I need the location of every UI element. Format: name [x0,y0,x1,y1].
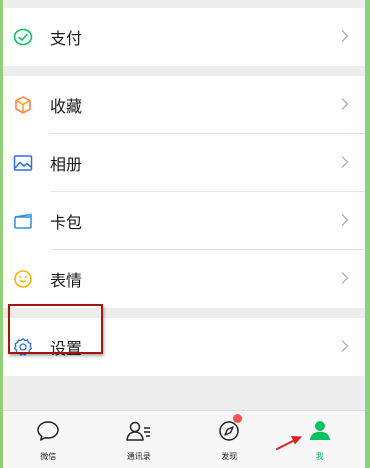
collection-group: 收藏 相册 卡包 表情 [3,76,365,308]
pay-icon [12,26,34,48]
chevron-right-icon [341,270,349,289]
menu-item-settings[interactable]: 设置 [3,318,365,376]
notification-dot [232,414,242,423]
tab-label: 通讯录 [126,452,151,461]
menu-item-favorites[interactable]: 收藏 [3,76,365,134]
menu-item-label: 设置 [50,339,83,358]
chevron-right-icon [341,154,349,173]
tab-contacts[interactable]: 通讯录 [94,411,185,468]
menu-item-label: 支付 [50,29,83,48]
tab-discover[interactable]: 发现 [184,411,275,468]
tab-chats[interactable]: 微信 [3,411,94,468]
tab-label: 发现 [221,452,238,461]
section-gap [3,308,365,318]
chevron-right-icon [341,28,349,47]
menu-item-label: 收藏 [50,97,83,116]
annotation-arrow-icon [275,432,305,456]
menu-item-album[interactable]: 相册 [3,134,365,192]
section-gap [3,66,365,76]
bottom-tab-bar: 微信 通讯录 发现 我 [3,410,365,468]
menu-item-label: 相册 [50,155,83,174]
me-person-icon [307,419,333,447]
discover-compass-icon [216,419,242,447]
chat-bubble-icon [35,419,61,447]
favorites-cube-icon [12,94,34,116]
menu-item-cards[interactable]: 卡包 [3,192,365,250]
top-spacer [3,0,365,8]
settings-gear-icon [12,336,34,358]
contacts-icon [125,419,153,447]
sticker-smile-icon [12,268,34,290]
tab-label: 微信 [40,452,57,461]
menu-item-label: 表情 [50,271,83,290]
card-wallet-icon [12,210,34,232]
album-image-icon [12,152,34,174]
menu-item-pay[interactable]: 支付 [3,8,365,66]
chevron-right-icon [341,338,349,357]
pay-group: 支付 [3,8,365,66]
chevron-right-icon [341,96,349,115]
chevron-right-icon [341,212,349,231]
menu-item-stickers[interactable]: 表情 [3,250,365,308]
menu-item-label: 卡包 [50,213,83,232]
tab-label: 我 [315,452,324,461]
settings-group: 设置 [3,318,365,376]
wechat-me-screen: 支付 收藏 相册 卡包 表情 设置 微信 通讯录 发现 我 [3,0,365,468]
